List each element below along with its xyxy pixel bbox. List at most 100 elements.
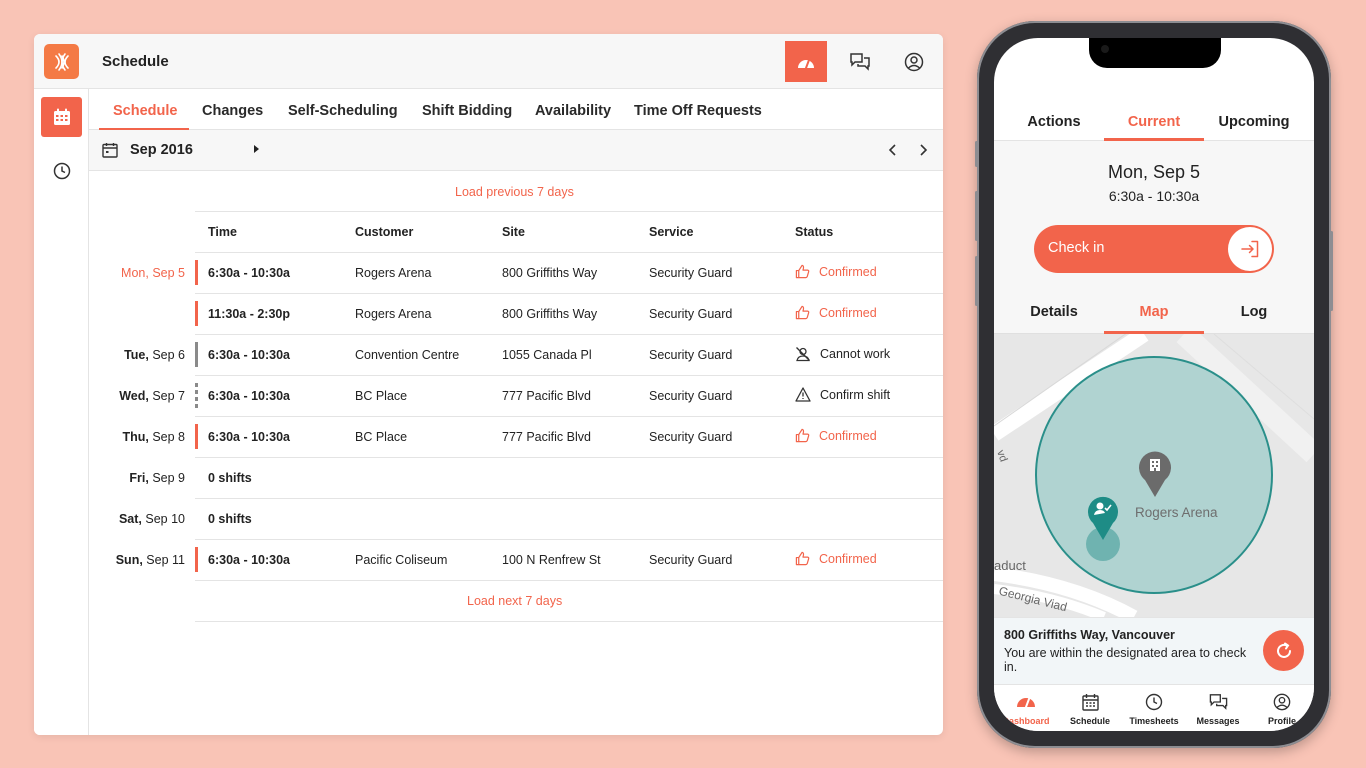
tab-time-off-requests[interactable]: Time Off Requests (634, 103, 762, 119)
thumbs-up-icon (795, 305, 810, 320)
tab-actions[interactable]: Actions (1027, 114, 1080, 130)
tab-schedule[interactable]: Schedule (113, 103, 177, 119)
shift-time[interactable]: 6:30a - 10:30a (208, 348, 290, 362)
caret-right-icon[interactable] (253, 144, 261, 154)
tab-details[interactable]: Details (1030, 304, 1078, 320)
check-in-button[interactable]: Check in (1034, 225, 1274, 273)
nav-messages[interactable]: Messages (1186, 693, 1250, 726)
shift-site: 100 N Renfrew St (502, 553, 601, 567)
current-shift-card: Mon, Sep 5 6:30a - 10:30a Check in (994, 141, 1314, 291)
nav-dashboard[interactable]: Dashboard (994, 693, 1058, 726)
status-badge[interactable]: Confirmed (795, 551, 877, 566)
tab-current[interactable]: Current (1128, 114, 1180, 130)
nav-label: Profile (1267, 716, 1296, 726)
status-badge[interactable]: Cannot work (795, 346, 890, 362)
user-circle-icon (1273, 693, 1291, 711)
nav-label: Schedule (1069, 716, 1110, 726)
check-in-handle[interactable] (1228, 227, 1272, 271)
calendar-outline-icon (102, 143, 118, 158)
shift-subtabs: Details Map Log (994, 291, 1314, 334)
tab-upcoming[interactable]: Upcoming (1219, 114, 1290, 130)
address-title: 800 Griffiths Way, Vancouver (1004, 628, 1175, 642)
load-next-link[interactable]: Load next 7 days (467, 594, 562, 608)
shift-time[interactable]: 6:30a - 10:30a (208, 430, 290, 444)
thumbs-up-icon (795, 551, 810, 566)
nav-timesheets[interactable]: Timesheets (1122, 693, 1186, 726)
shift-time[interactable]: 6:30a - 10:30a (208, 266, 290, 280)
column-header-site: Site (502, 225, 525, 239)
tab-map[interactable]: Map (1140, 304, 1169, 320)
chevron-right-icon[interactable] (916, 143, 930, 157)
divider (195, 334, 943, 335)
column-header-status: Status (795, 225, 834, 239)
shift-site: 800 Griffiths Way (502, 307, 598, 321)
shift-service: Security Guard (649, 553, 733, 567)
shift-date: Mon, Sep 5 (1107, 162, 1201, 182)
chevron-left-icon[interactable] (886, 143, 900, 157)
gauge-icon (798, 58, 814, 69)
venue-label: Rogers Arena (1135, 505, 1218, 520)
shift-customer: BC Place (355, 430, 408, 444)
status-badge[interactable]: Confirmed (795, 428, 877, 443)
clock-icon (1145, 693, 1163, 711)
top-bar: Schedule (34, 34, 943, 89)
date-bar: Sep 2016 (89, 130, 943, 171)
status-badge[interactable]: Confirmed (795, 264, 877, 279)
column-header-service: Service (649, 225, 694, 239)
app-logo[interactable] (44, 44, 79, 79)
shift-time[interactable]: 6:30a - 10:30a (208, 553, 290, 567)
refresh-location-button[interactable] (1263, 630, 1304, 671)
phone-button (975, 256, 978, 306)
tab-shift-bidding[interactable]: Shift Bidding (422, 103, 512, 119)
building-pin-icon[interactable] (1137, 450, 1173, 498)
app-title: Schedule (102, 53, 169, 70)
shift-site: 1055 Canada Pl (502, 348, 592, 362)
calendar-icon (1081, 694, 1099, 711)
status-badge[interactable]: Confirm shift (795, 387, 890, 402)
divider (195, 498, 943, 499)
nav-label: Timesheets (1129, 716, 1179, 726)
load-previous-link[interactable]: Load previous 7 days (455, 185, 574, 199)
calendar-icon (53, 108, 70, 125)
street-label: aduct (994, 558, 1026, 573)
shift-customer: Convention Centre (355, 348, 460, 362)
phone-button (1330, 231, 1333, 311)
shift-time[interactable]: 6:30a - 10:30a (208, 389, 290, 403)
sidebar-item-schedule[interactable] (41, 97, 82, 137)
user-blocked-icon (796, 347, 810, 362)
shift-status-bar (195, 342, 198, 367)
shift-status-bar (195, 547, 198, 572)
column-header-customer: Customer (355, 225, 414, 239)
location-message: You are within the designated area to ch… (1004, 646, 1247, 674)
phone-tabs: Actions Current Upcoming (994, 88, 1314, 141)
shift-customer: BC Place (355, 389, 408, 403)
map-view[interactable]: Georgia Viad aduct vd Rogers Arena (994, 334, 1314, 617)
tab-availability[interactable]: Availability (535, 103, 611, 119)
desktop-window: Schedule Schedule Changes Self-Schedulin… (34, 34, 943, 735)
bottom-navigation: Dashboard Schedule Timesheets Messages P… (994, 684, 1314, 731)
shift-service: Security Guard (649, 348, 733, 362)
phone-frame: Actions Current Upcoming Mon, Sep 5 6:30… (975, 21, 1333, 748)
day-label: Fri, Sep 9 (129, 471, 185, 485)
shift-site: 777 Pacific Blvd (502, 430, 591, 444)
shift-time[interactable]: 11:30a - 2:30p (208, 307, 290, 321)
schedule-tabs: Schedule Changes Self-Scheduling Shift B… (89, 89, 943, 130)
status-badge[interactable]: Confirmed (795, 305, 877, 320)
tab-self-scheduling[interactable]: Self-Scheduling (288, 103, 398, 119)
gauge-icon (1017, 698, 1035, 708)
sidebar (34, 89, 89, 735)
sidebar-item-timesheets[interactable] (41, 151, 82, 191)
messages-button[interactable] (839, 41, 881, 82)
profile-button[interactable] (893, 41, 935, 82)
user-pin-icon[interactable] (1086, 493, 1120, 541)
tab-log[interactable]: Log (1241, 304, 1268, 320)
column-header-time: Time (208, 225, 237, 239)
chat-icon (850, 52, 870, 71)
nav-schedule[interactable]: Schedule (1058, 693, 1122, 726)
nav-profile[interactable]: Profile (1250, 693, 1314, 726)
month-picker[interactable]: Sep 2016 (130, 142, 193, 158)
check-in-label: Check in (1048, 240, 1105, 256)
shift-count: 0 shifts (208, 471, 252, 485)
tab-changes[interactable]: Changes (202, 103, 263, 119)
dashboard-button[interactable] (785, 41, 827, 82)
